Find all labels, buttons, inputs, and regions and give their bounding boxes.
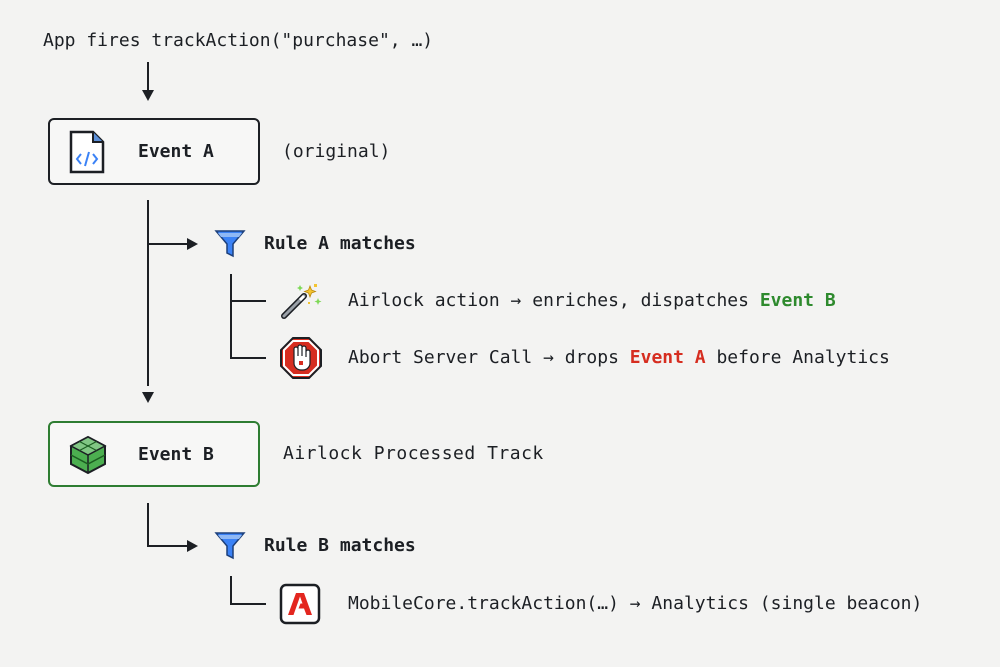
connector-line [230, 357, 266, 359]
trigger-text: App fires trackAction("purchase", …) [43, 30, 434, 51]
event-b-highlight: Event B [759, 290, 836, 311]
connector-line [147, 503, 149, 546]
adobe-logo-icon [279, 583, 321, 625]
airlock-action-text: Airlock action → enriches, dispatches Ev… [348, 290, 836, 311]
event-a-box: Event A [48, 118, 260, 185]
connector-line [147, 545, 187, 547]
abort-server-call-text: Abort Server Call → drops Event A before… [348, 347, 890, 368]
arrow-down [142, 392, 154, 403]
arrow-right [187, 238, 198, 250]
connector-line [230, 603, 266, 605]
event-b-note: Airlock Processed Track [283, 443, 544, 464]
connector-line [147, 243, 187, 245]
connector-line [230, 576, 232, 604]
funnel-icon [214, 532, 246, 560]
connector-line [147, 200, 149, 386]
code-file-icon [69, 130, 105, 174]
event-a-label: Event A [138, 141, 214, 162]
connector-line [230, 274, 232, 358]
rule-b-title: Rule B matches [264, 535, 416, 556]
event-a-highlight: Event A [629, 347, 706, 368]
stop-hand-icon [280, 337, 322, 379]
funnel-icon [214, 230, 246, 258]
event-b-label: Event B [138, 444, 214, 465]
connector-line [230, 300, 266, 302]
green-cube-icon [69, 435, 107, 475]
event-b-box: Event B [48, 421, 260, 487]
arrow-right [187, 540, 198, 552]
rule-a-title: Rule A matches [264, 233, 416, 254]
trackaction-text: MobileCore.trackAction(…) → Analytics (s… [348, 593, 923, 614]
magic-wand-icon [281, 284, 322, 319]
arrow-down [142, 90, 154, 101]
event-a-note: (original) [282, 141, 391, 162]
connector-line [147, 62, 149, 90]
